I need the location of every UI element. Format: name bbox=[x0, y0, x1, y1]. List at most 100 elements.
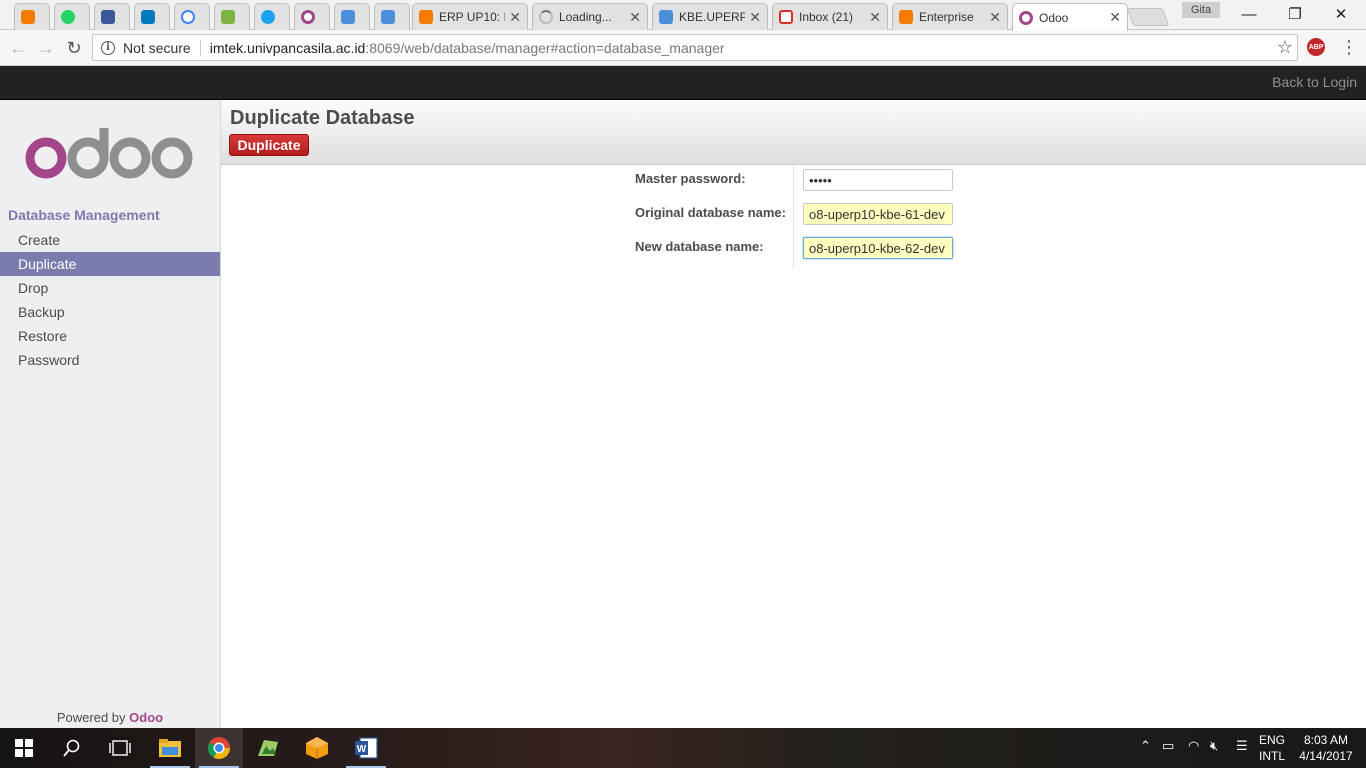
info-icon[interactable]: i bbox=[101, 40, 115, 55]
tab-label: ERP UP10: I bbox=[439, 10, 506, 24]
tab-loading[interactable]: Loading... ✕ bbox=[532, 3, 648, 30]
tab-trello[interactable] bbox=[134, 3, 170, 30]
original-db-field[interactable] bbox=[803, 203, 953, 225]
tab-label: KBE.UPERP bbox=[679, 10, 746, 24]
language-indicator[interactable]: ENG INTL bbox=[1256, 732, 1288, 764]
taskbar-file-explorer[interactable] bbox=[146, 728, 194, 768]
close-icon[interactable]: ✕ bbox=[989, 9, 1001, 26]
svg-text:W: W bbox=[357, 744, 367, 755]
tab-odoo-pinned[interactable] bbox=[294, 3, 330, 30]
wifi-icon[interactable]: ◠ bbox=[1188, 738, 1199, 754]
sidebar-item-restore[interactable]: Restore bbox=[0, 324, 220, 348]
reload-icon[interactable]: ↻ bbox=[62, 36, 86, 60]
package-icon bbox=[221, 10, 235, 24]
master-password-row: Master password: bbox=[631, 168, 971, 202]
tab-twitter[interactable] bbox=[254, 3, 290, 30]
restore-button[interactable]: ❐ bbox=[1272, 0, 1318, 28]
twitter-icon bbox=[261, 10, 275, 24]
profile-button[interactable]: Gita bbox=[1182, 2, 1220, 18]
tab-blogger[interactable] bbox=[14, 3, 50, 30]
start-button[interactable] bbox=[0, 728, 48, 768]
start-icon bbox=[15, 739, 33, 757]
new-db-field[interactable] bbox=[803, 237, 953, 259]
clock-time: 8:03 AM bbox=[1303, 733, 1349, 747]
close-icon[interactable]: ✕ bbox=[509, 9, 521, 26]
duplicate-form: Master password: Original database name:… bbox=[631, 166, 971, 268]
keyboard-layout: INTL bbox=[1258, 749, 1285, 763]
tab-odoo-active[interactable]: Odoo ✕ bbox=[1012, 3, 1128, 31]
tab-label: Loading... bbox=[559, 10, 612, 24]
taskbar-photos[interactable] bbox=[244, 728, 292, 768]
taskbar-word[interactable]: W bbox=[342, 728, 390, 768]
original-db-row: Original database name: bbox=[631, 202, 971, 236]
language-code: ENG bbox=[1258, 733, 1285, 747]
chevron-up-icon[interactable]: ⌃ bbox=[1140, 738, 1151, 754]
browser-menu-icon[interactable]: ⋮ bbox=[1340, 36, 1358, 60]
url-path: :8069/web/database/manager#action=databa… bbox=[365, 39, 725, 56]
browser-toolbar: ← → ↻ i Not secure imtek.univpancasila.a… bbox=[0, 30, 1366, 66]
sidebar: Database Management Create Duplicate Dro… bbox=[0, 100, 221, 728]
back-arrow-icon[interactable]: ← bbox=[6, 36, 30, 60]
action-center-icon[interactable]: ☰ bbox=[1236, 738, 1248, 754]
tab-course-2[interactable] bbox=[374, 3, 410, 30]
powered-by-label: Powered by bbox=[56, 710, 126, 725]
odoo-topbar: Back to Login bbox=[0, 66, 1366, 100]
tab-gmail[interactable]: Inbox (21) ✕ bbox=[772, 3, 888, 30]
tab-whatsapp[interactable] bbox=[54, 3, 90, 30]
address-separator bbox=[199, 39, 201, 56]
tab-google[interactable] bbox=[174, 3, 210, 30]
close-icon[interactable]: ✕ bbox=[749, 9, 761, 26]
address-bar[interactable]: i Not secure imtek.univpancasila.ac.id:8… bbox=[92, 34, 1298, 61]
powered-by: Powered by Odoo bbox=[0, 710, 220, 725]
clock[interactable]: 8:03 AM 4/14/2017 bbox=[1294, 732, 1358, 764]
blogger-icon bbox=[21, 10, 35, 24]
whatsapp-icon bbox=[61, 10, 75, 24]
clock-date: 4/14/2017 bbox=[1299, 749, 1353, 763]
sidebar-item-backup[interactable]: Backup bbox=[0, 300, 220, 324]
graduation-cap-icon bbox=[381, 10, 395, 24]
taskbar-search-button[interactable] bbox=[48, 728, 96, 768]
tab-label: Enterprise bbox=[919, 10, 974, 24]
forward-arrow-icon[interactable]: → bbox=[34, 36, 58, 60]
task-view-icon bbox=[109, 740, 131, 756]
power-plug-icon[interactable]: ▭ bbox=[1162, 738, 1174, 754]
back-to-login-link[interactable]: Back to Login bbox=[1272, 74, 1357, 90]
gmail-icon bbox=[779, 10, 793, 24]
task-view-button[interactable] bbox=[96, 728, 144, 768]
bookmark-star-icon[interactable]: ☆ bbox=[1277, 37, 1293, 58]
close-icon[interactable]: ✕ bbox=[629, 9, 641, 26]
master-password-field[interactable] bbox=[803, 169, 953, 191]
tab-enterprise[interactable]: Enterprise ✕ bbox=[892, 3, 1008, 30]
close-window-button[interactable]: ✕ bbox=[1318, 0, 1364, 28]
taskbar-chrome[interactable] bbox=[195, 728, 243, 768]
new-db-row: New database name: bbox=[631, 236, 971, 270]
close-icon[interactable]: ✕ bbox=[869, 9, 881, 26]
file-explorer-icon bbox=[159, 739, 181, 757]
adblock-plus-icon[interactable]: ABP bbox=[1307, 38, 1325, 56]
volume-muted-icon[interactable]: 🔇︎ bbox=[1210, 738, 1218, 754]
sidebar-item-drop[interactable]: Drop bbox=[0, 276, 220, 300]
taskbar-box-app[interactable] bbox=[293, 728, 341, 768]
new-tab-button[interactable] bbox=[1126, 8, 1170, 26]
minimize-button[interactable]: — bbox=[1226, 0, 1272, 28]
tab-facebook[interactable] bbox=[94, 3, 130, 30]
odoo-icon bbox=[301, 10, 315, 24]
page-header: Duplicate Database Duplicate bbox=[221, 100, 1366, 165]
tab-package[interactable] bbox=[214, 3, 250, 30]
search-icon bbox=[63, 739, 80, 757]
word-icon: W bbox=[355, 737, 378, 759]
duplicate-button[interactable]: Duplicate bbox=[229, 134, 309, 156]
sidebar-item-duplicate[interactable]: Duplicate bbox=[0, 252, 220, 276]
tab-course-1[interactable] bbox=[334, 3, 370, 30]
close-icon[interactable]: ✕ bbox=[1109, 9, 1121, 26]
graduation-cap-icon bbox=[659, 10, 673, 24]
tab-kbe-uperp[interactable]: KBE.UPERP ✕ bbox=[652, 3, 768, 30]
odoo-brand-link[interactable]: Odoo bbox=[129, 710, 163, 725]
photos-icon bbox=[258, 740, 278, 756]
tab-erp-up10[interactable]: ERP UP10: I ✕ bbox=[412, 3, 528, 30]
google-icon bbox=[181, 10, 195, 24]
sidebar-item-create[interactable]: Create bbox=[0, 228, 220, 252]
url-host: imtek.univpancasila.ac.id bbox=[209, 39, 366, 56]
sidebar-item-password[interactable]: Password bbox=[0, 348, 220, 372]
blogger-icon bbox=[419, 10, 433, 24]
